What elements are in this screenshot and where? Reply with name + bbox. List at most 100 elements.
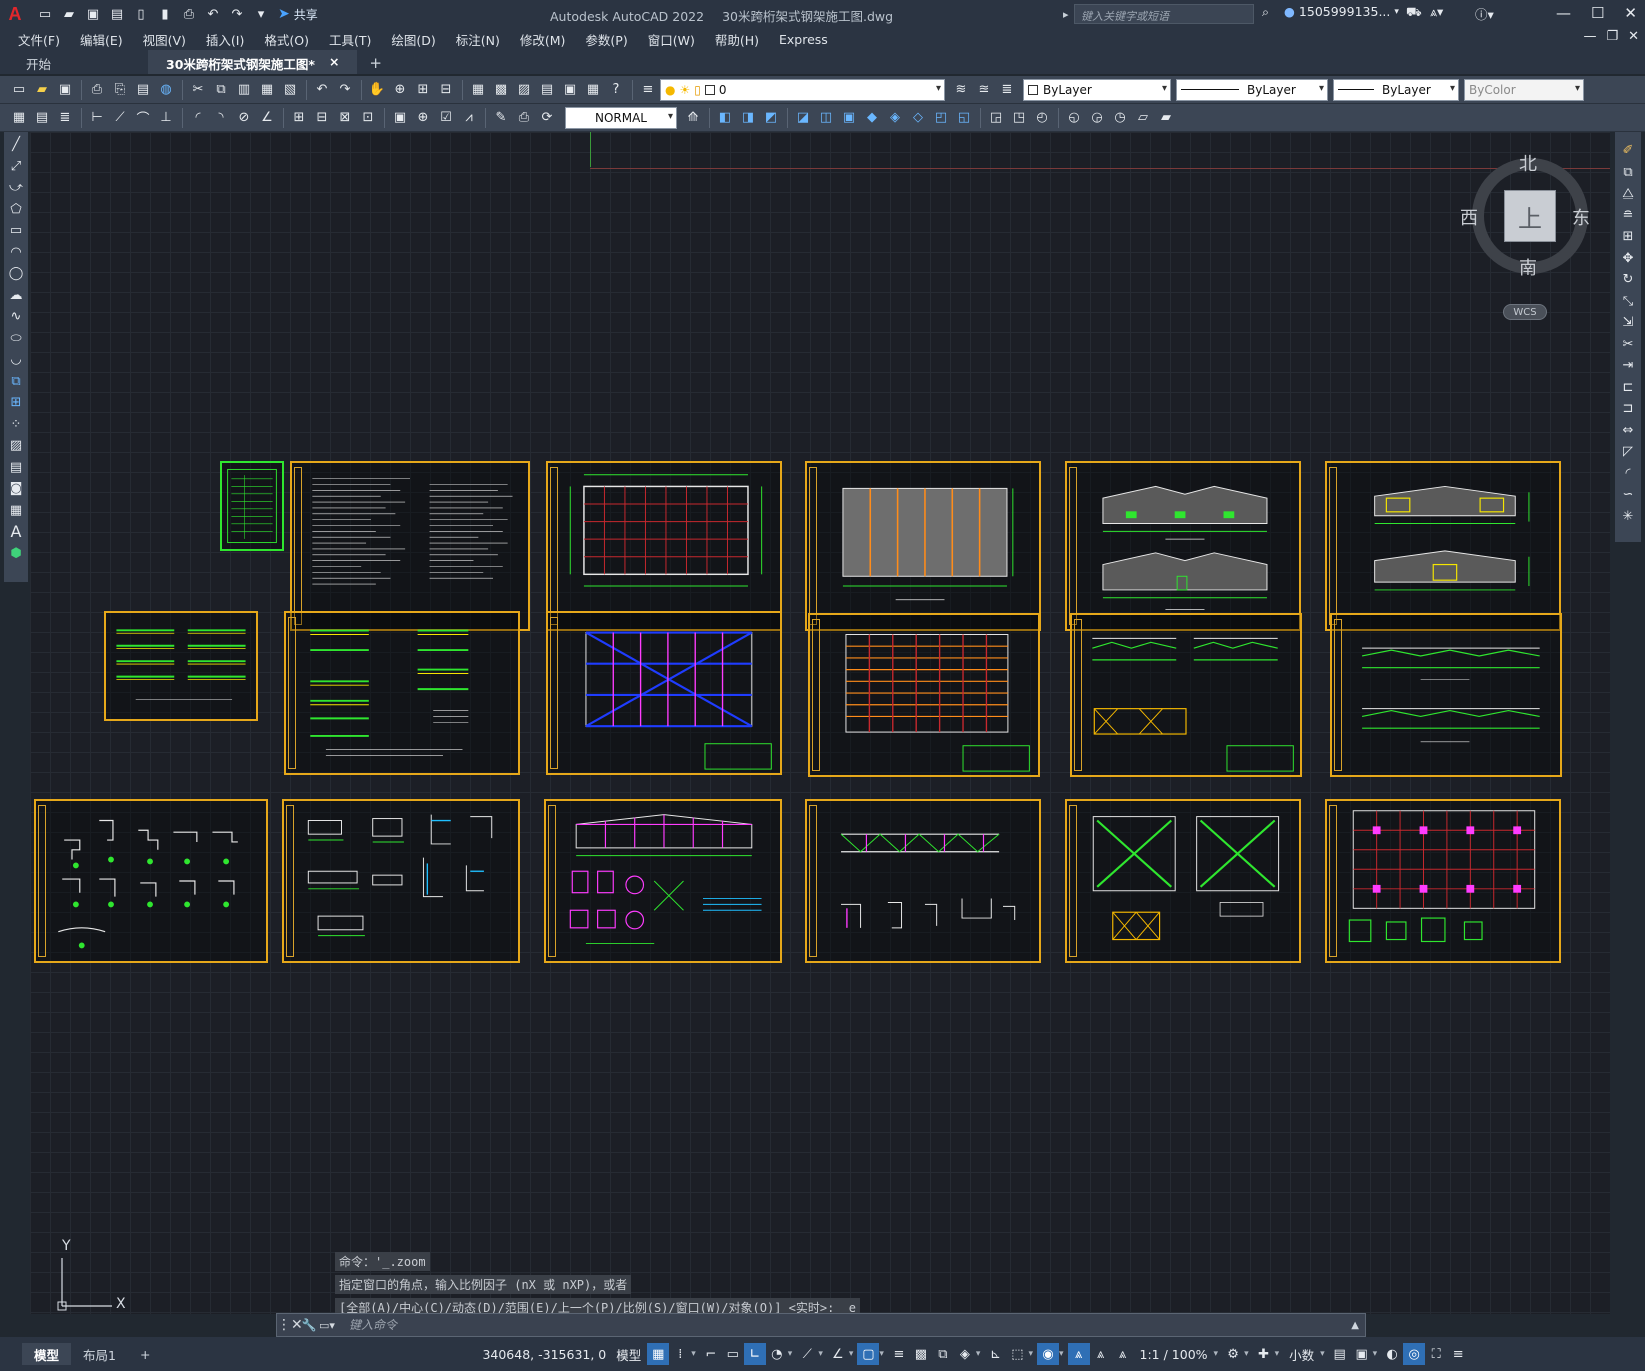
offset-icon[interactable]: ≘	[1617, 205, 1639, 227]
drawing-sheet-column-layout[interactable]	[546, 611, 782, 775]
properties-icon[interactable]: ▦	[467, 79, 489, 101]
close-command-line-icon[interactable]: ⋮✕	[277, 1317, 303, 1333]
chevron-down-icon[interactable]: ▾	[1373, 1349, 1378, 1359]
maximize-icon[interactable]: ☐	[1591, 4, 1604, 22]
explode-icon[interactable]: ✳	[1617, 506, 1639, 528]
arc-length-icon[interactable]: ⌒	[132, 107, 154, 129]
layer-walk-icon[interactable]: ≣	[54, 107, 76, 129]
chevron-down-icon[interactable]: ▾	[849, 1349, 854, 1359]
join-icon[interactable]: ⇔	[1617, 420, 1639, 442]
design-center-icon[interactable]: ▩	[490, 79, 512, 101]
gradient-icon[interactable]: ▤	[5, 457, 27, 479]
move-icon[interactable]: ✥	[1617, 248, 1639, 270]
blend-curves-icon[interactable]: ∽	[1617, 484, 1639, 506]
minimize-icon[interactable]: —	[1556, 4, 1571, 22]
drawing-sheet-anchor-plan[interactable]	[1325, 799, 1561, 963]
snap-mode-icon[interactable]: ⁞	[669, 1343, 691, 1365]
jogged-dim-icon[interactable]: ◝	[210, 107, 232, 129]
sheet-set-icon[interactable]: ▤	[536, 79, 558, 101]
app-logo-icon[interactable]: A	[0, 0, 30, 28]
menu-modify[interactable]: 修改(M)	[520, 30, 566, 49]
menu-file[interactable]: 文件(F)	[18, 30, 60, 49]
aligned-dim-icon[interactable]: ⟋	[109, 107, 131, 129]
continue-dim-icon[interactable]: ⊠	[334, 107, 356, 129]
lineweight-dropdown[interactable]: ByLayer ▾	[1333, 78, 1459, 101]
arc-icon[interactable]: ◠	[5, 242, 27, 264]
doc-close-icon[interactable]: ✕	[1628, 29, 1639, 44]
new-tab-button[interactable]: +	[357, 50, 394, 74]
workspace-gear-icon[interactable]: ⚙	[1222, 1343, 1244, 1365]
break-icon[interactable]: ⊐	[1617, 398, 1639, 420]
make-current-layer-icon[interactable]: ≋	[950, 79, 972, 101]
annotation-scale-value[interactable]: 1:1 / 100%	[1140, 1347, 1208, 1362]
drawing-sheet-cover[interactable]	[220, 461, 284, 551]
point-icon[interactable]: ⁘	[5, 414, 27, 436]
menu-insert[interactable]: 插入(I)	[206, 30, 244, 49]
gizmo-icon[interactable]: ◉	[1036, 1343, 1059, 1365]
break-at-point-icon[interactable]: ⊏	[1617, 377, 1639, 399]
copy-icon[interactable]: ⧉	[1617, 162, 1639, 184]
calculator-icon[interactable]: ▦	[582, 79, 604, 101]
polyline-icon[interactable]: ⤻	[5, 177, 27, 199]
hatch-icon[interactable]: ▨	[5, 435, 27, 457]
extract-edges-icon[interactable]: ▱	[1132, 107, 1154, 129]
trim-icon[interactable]: ✂	[1617, 334, 1639, 356]
menu-view[interactable]: 视图(V)	[143, 30, 186, 49]
chevron-down-icon[interactable]: ▾	[879, 1349, 884, 1359]
hardware-acceleration-icon[interactable]: ◎	[1403, 1343, 1426, 1365]
save-web-icon[interactable]: ▮	[154, 4, 176, 24]
check-icon[interactable]: ◶	[1086, 107, 1108, 129]
mirror-icon[interactable]: ⧋	[1617, 183, 1639, 205]
3d-print-icon[interactable]: ◍	[155, 79, 177, 101]
menu-draw[interactable]: 绘图(D)	[391, 30, 435, 49]
ellipse-icon[interactable]: ⬭	[5, 328, 27, 350]
rectangle-icon[interactable]: ▭	[5, 220, 27, 242]
menu-dimension[interactable]: 标注(N)	[456, 30, 500, 49]
pan-icon[interactable]: ✋	[366, 79, 388, 101]
chevron-down-icon[interactable]: ▾	[691, 1349, 696, 1359]
baseline-dim-icon[interactable]: ⊟	[311, 107, 333, 129]
line-icon[interactable]: ╱	[5, 134, 27, 156]
menu-parametric[interactable]: 参数(P)	[585, 30, 627, 49]
publish-icon[interactable]: ▤	[132, 79, 154, 101]
help-icon[interactable]: ⓘ▾	[1475, 4, 1494, 23]
command-scroll-icon[interactable]: ▲	[1345, 1320, 1365, 1331]
chevron-down-icon[interactable]: ▾	[1244, 1349, 1249, 1359]
share-button[interactable]: ➤ 共享	[278, 6, 318, 23]
lock-ui-icon[interactable]: ▣	[1351, 1343, 1373, 1365]
stretch-icon[interactable]: ⇲	[1617, 312, 1639, 334]
3d-osnap-icon[interactable]: ◈	[954, 1343, 976, 1365]
zoom-realtime-icon[interactable]: ⊕	[389, 79, 411, 101]
scale-icon[interactable]: ⤡	[1617, 291, 1639, 313]
redo-icon[interactable]: ↷	[226, 4, 248, 24]
viewcube-top-face[interactable]: 上	[1504, 190, 1556, 242]
subtract-icon[interactable]: ◨	[737, 107, 759, 129]
save-as-icon[interactable]: ▤	[106, 4, 128, 24]
quick-properties-icon[interactable]: ▤	[1329, 1343, 1351, 1365]
auto-scale-icon[interactable]: ⩓	[1090, 1343, 1112, 1365]
rotate-faces-icon[interactable]: ◈	[884, 107, 906, 129]
compass-west[interactable]: 西	[1460, 204, 1478, 230]
search-icon[interactable]: ⌕	[1262, 4, 1269, 20]
chevron-down-icon[interactable]: ▾	[1059, 1349, 1064, 1359]
cut-icon[interactable]: ✂	[187, 79, 209, 101]
radius-dim-icon[interactable]: ◜	[187, 107, 209, 129]
customize-qat-icon[interactable]: ▾	[250, 4, 272, 24]
linetype-dropdown[interactable]: ByLayer ▾	[1176, 78, 1328, 101]
color-faces-icon[interactable]: ◱	[953, 107, 975, 129]
dim-update-icon[interactable]: ⟳	[536, 107, 558, 129]
jogged-linear-icon[interactable]: ⩘	[458, 107, 480, 129]
imprint-icon[interactable]: ◲	[985, 107, 1007, 129]
polygon-icon[interactable]: ⬠	[5, 199, 27, 221]
center-mark-icon[interactable]: ⊕	[412, 107, 434, 129]
chevron-down-icon[interactable]: ▾	[976, 1349, 981, 1359]
erase-icon[interactable]: ✐	[1617, 140, 1639, 162]
doc-minimize-icon[interactable]: —	[1583, 29, 1596, 44]
move-faces-icon[interactable]: ◫	[815, 107, 837, 129]
drawing-sheet-beam-details[interactable]	[104, 611, 258, 721]
clean-icon[interactable]: ◳	[1008, 107, 1030, 129]
close-icon[interactable]: ✕	[1624, 4, 1637, 22]
plotstyle-dropdown[interactable]: ByColor ▾	[1464, 78, 1584, 101]
drawing-sheet-roof-plan[interactable]	[805, 461, 1041, 631]
drawing-sheet-notes[interactable]	[290, 461, 530, 631]
